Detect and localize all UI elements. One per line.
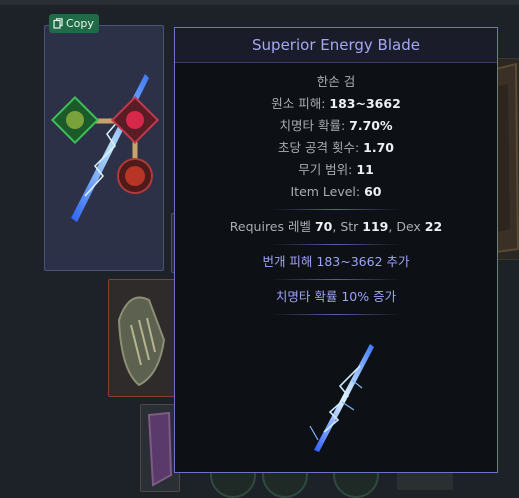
item-class: 한손 검 [316, 74, 356, 89]
top-bar [0, 0, 519, 5]
stat-item-level: Item Level: 60 [290, 184, 382, 199]
gloves-icon [117, 296, 166, 387]
separator [270, 244, 402, 245]
separator [270, 279, 402, 280]
red-socket-icon [117, 158, 153, 194]
equipment-slot-gloves[interactable] [108, 279, 184, 397]
stat-crit-chance: 치명타 확률: 7.70% [279, 118, 393, 133]
equipment-slot-weapon[interactable] [44, 25, 164, 271]
copy-button[interactable]: Copy [49, 14, 99, 33]
copy-button-label: Copy [66, 17, 94, 30]
copy-icon [53, 18, 63, 29]
item-title: Superior Energy Blade [175, 28, 497, 63]
stat-attacks-per-second: 초당 공격 횟수: 1.70 [278, 140, 394, 155]
explicit-mod-crit-chance: 치명타 확률 10% 증가 [275, 289, 397, 304]
green-socket-icon [50, 95, 100, 145]
stat-weapon-range: 무기 범위: 11 [298, 162, 374, 177]
energy-blade-icon [50, 74, 160, 222]
item-tooltip: Superior Energy Blade 한손 검 원소 피해: 183~36… [174, 27, 498, 473]
separator [270, 209, 402, 210]
separator [270, 314, 402, 315]
stat-elemental-damage: 원소 피해: 183~3662 [271, 96, 401, 111]
explicit-mod-lightning-damage: 번개 피해 183~3662 추가 [262, 254, 410, 269]
item-art-icon [309, 344, 374, 452]
item-requirements: Requires 레벨 70, Str 119, Dex 22 [229, 219, 443, 234]
